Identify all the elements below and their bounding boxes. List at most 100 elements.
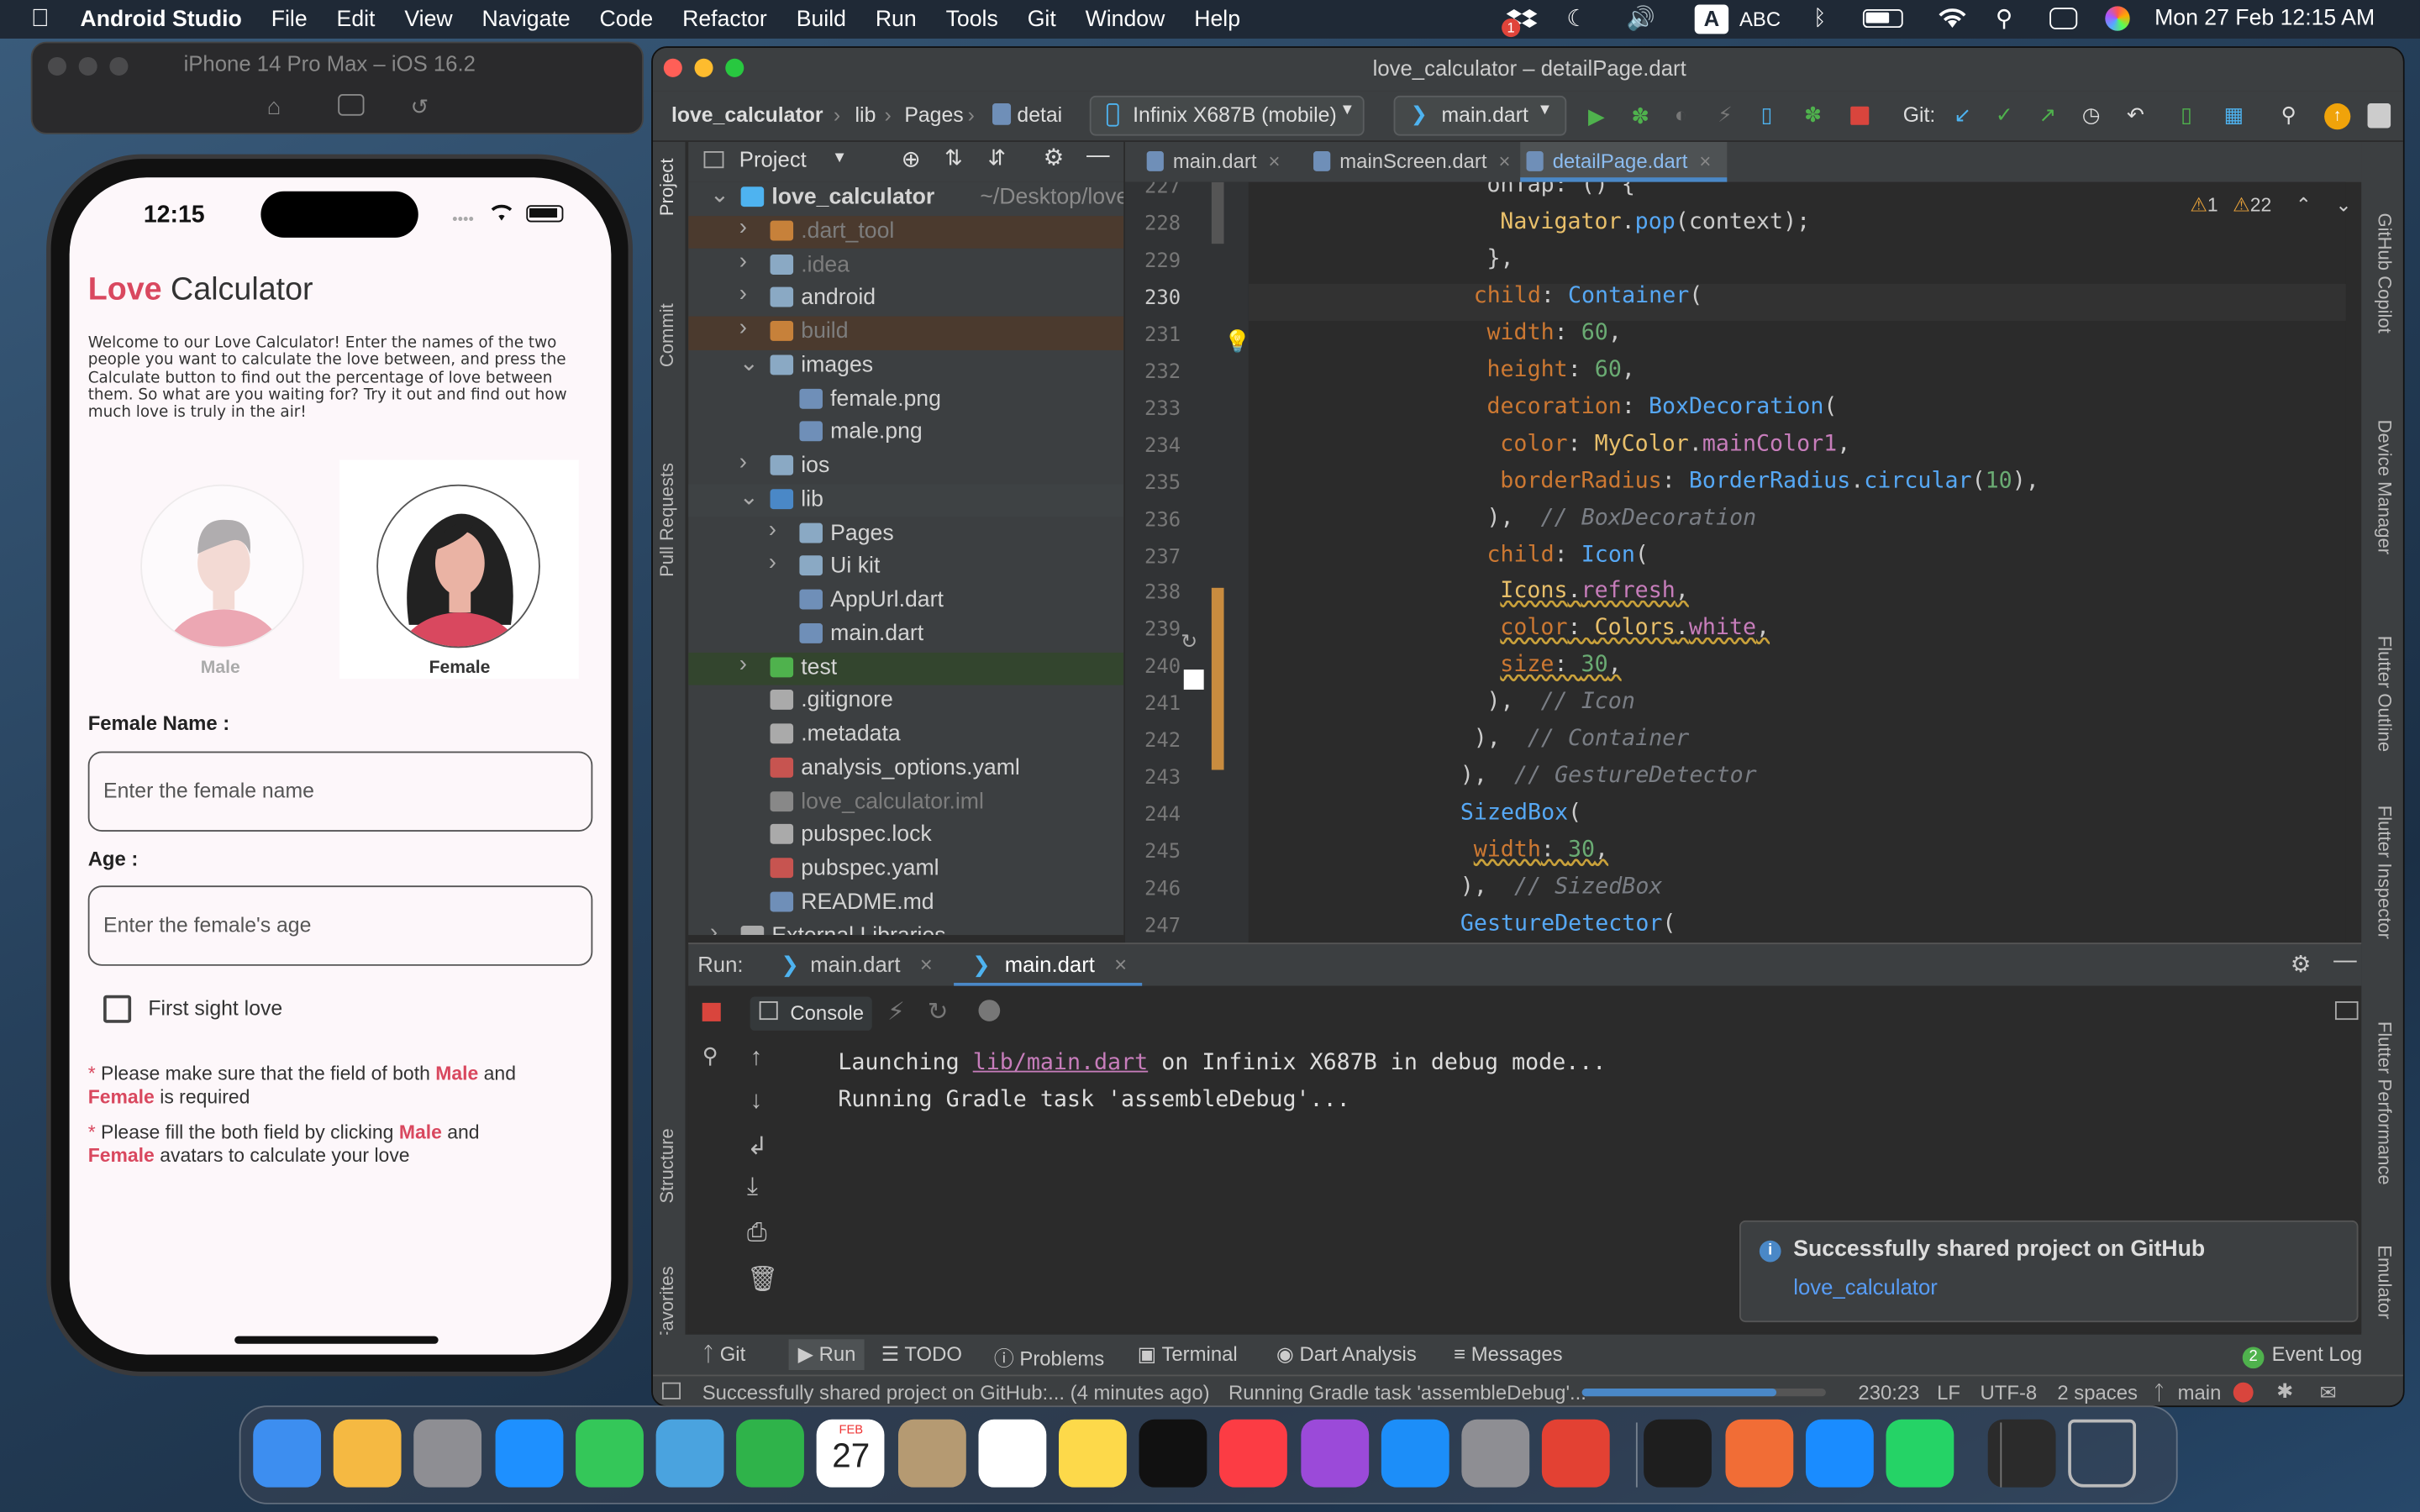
locate-icon[interactable]: ⊕ <box>902 145 921 172</box>
tree-item[interactable]: ⌄ love_calculator ~/Desktop/love_ca <box>688 182 1123 216</box>
code-line[interactable]: width: 60, <box>1486 321 1621 345</box>
down-arrow-icon[interactable]: ↓ <box>750 1088 763 1116</box>
updates-icon[interactable]: ↑ <box>2324 103 2351 130</box>
code-line[interactable]: SizedBox( <box>1460 801 1581 826</box>
tree-item[interactable]: female.png <box>688 383 1123 417</box>
rollback-icon[interactable]: ↶ <box>2127 103 2144 128</box>
editor-tab[interactable]: mainScreen.dart × <box>1307 142 1510 182</box>
close-icon[interactable]: × <box>1493 150 1510 173</box>
control-center-icon[interactable] <box>2049 8 2078 29</box>
github-notification[interactable]: i Successfully shared project on GitHub … <box>1739 1220 2359 1323</box>
tree-item[interactable]: › Ui kit <box>688 549 1123 585</box>
dock-podcasts-icon[interactable] <box>1300 1419 1369 1488</box>
console-link[interactable]: lib/main.dart <box>973 1051 1148 1075</box>
tree-item[interactable]: main.dart <box>688 618 1123 652</box>
menu-help[interactable]: Help <box>1194 7 1240 31</box>
status-message[interactable]: Successfully shared project on GitHub:..… <box>702 1381 1210 1404</box>
attach-debugger-icon[interactable]: ✽ <box>1804 103 1822 128</box>
spotlight-icon[interactable]: ⚲ <box>1996 5 2012 33</box>
tree-item[interactable]: › Pages <box>688 516 1123 551</box>
male-avatar-card[interactable]: Male <box>100 459 339 679</box>
input-source-icon[interactable]: A <box>1694 4 1729 34</box>
hot-restart-icon[interactable]: ↻ <box>928 997 949 1028</box>
tool-tab-terminal[interactable]: ▣ Terminal <box>1138 1342 1238 1367</box>
close-button[interactable] <box>47 56 66 76</box>
change-marker[interactable] <box>1211 181 1224 244</box>
dock-contacts-icon[interactable] <box>897 1419 966 1488</box>
code-line[interactable]: size: 30, <box>1500 654 1621 678</box>
collapse-all-icon[interactable]: ⇵ <box>988 145 1007 171</box>
hot-reload-icon[interactable]: ⚡ <box>1718 103 1732 128</box>
code-line[interactable]: child: Container( <box>1474 284 1703 308</box>
gear-icon[interactable]: ⚙ <box>2291 950 2312 978</box>
change-marker[interactable] <box>1211 587 1224 770</box>
notification-link[interactable]: love_calculator <box>1793 1274 1938 1299</box>
history-icon[interactable]: ◷ <box>2082 103 2101 128</box>
run-tab-active[interactable]: ❯ main.dart × <box>954 944 1143 988</box>
notifications-icon[interactable]: ✉ <box>2320 1381 2337 1405</box>
project-view-selector[interactable]: Project <box>739 146 807 171</box>
inspection-widget[interactable]: ⚠1 ⚠22 ⌃ ⌄ <box>2190 193 2351 216</box>
code-line[interactable]: Navigator.pop(context); <box>1500 210 1810 234</box>
menu-edit[interactable]: Edit <box>337 7 376 31</box>
tool-tab-todo[interactable]: ☰ TODO <box>881 1342 962 1367</box>
stop-icon[interactable] <box>702 1002 721 1021</box>
devtools-icon[interactable] <box>978 1000 1001 1021</box>
code-line[interactable]: color: MyColor.mainColor1, <box>1500 432 1850 456</box>
dock-system-settings-icon[interactable] <box>1461 1419 1530 1488</box>
debug-icon[interactable]: ✽ <box>1631 103 1649 129</box>
menu-run[interactable]: Run <box>876 7 917 31</box>
wifi-icon[interactable] <box>1935 3 1969 39</box>
code-line[interactable]: onTap: () { <box>1486 182 1634 197</box>
home-indicator[interactable] <box>234 1336 439 1344</box>
chevron-right-icon[interactable]: › <box>739 315 747 341</box>
code-line[interactable]: ), // GestureDetector <box>1460 764 1757 789</box>
dock-maps-icon[interactable] <box>655 1419 724 1488</box>
menu-git[interactable]: Git <box>1028 7 1056 31</box>
bluetooth-icon[interactable]: ᛒ <box>1813 5 1826 29</box>
tree-item[interactable]: › android <box>688 281 1123 317</box>
event-log-tab[interactable]: 2 Event Log <box>2242 1342 2362 1369</box>
female-avatar[interactable] <box>376 484 540 648</box>
hot-reload-icon[interactable]: ⚡ <box>887 997 905 1028</box>
code-line[interactable]: height: 60, <box>1486 358 1634 382</box>
code-line[interactable]: decoration: BoxDecoration( <box>1486 395 1837 419</box>
right-vtab-device-manager[interactable]: Device Manager <box>2374 420 2396 554</box>
stop-icon[interactable] <box>1850 106 1870 125</box>
app-menu[interactable]: Android Studio <box>81 7 242 31</box>
run-tab[interactable]: main.dart <box>810 952 900 976</box>
tree-item[interactable]: › test <box>688 650 1124 685</box>
right-vtab-flutter-outline[interactable]: Flutter Outline <box>2374 636 2396 752</box>
tree-item[interactable]: › .idea <box>688 248 1123 283</box>
dock-whatsapp-icon[interactable] <box>1886 1419 1954 1488</box>
menu-file[interactable]: File <box>271 7 308 31</box>
tree-item[interactable]: .gitignore <box>688 685 1123 719</box>
favorites-vtab[interactable]: Favorites <box>656 1266 678 1342</box>
dock-xcode-icon[interactable] <box>1805 1419 1874 1488</box>
code-line[interactable]: ), // BoxDecoration <box>1486 506 1756 530</box>
soft-wrap-icon[interactable]: ↲ <box>747 1131 768 1162</box>
rotate-icon[interactable]: ↺ <box>411 94 429 120</box>
pin-icon[interactable]: ⚲ <box>702 1043 718 1069</box>
device-selector[interactable]: Infinix X687B (mobile) ▼ <box>1089 95 1365 136</box>
avatar-icon[interactable] <box>2367 103 2391 129</box>
minimize-button[interactable] <box>78 56 97 76</box>
git-commit-icon[interactable]: ✓ <box>1996 103 2013 128</box>
line-separator[interactable]: LF <box>1937 1381 1960 1404</box>
clock[interactable]: Mon 27 Feb 12:15 AM <box>2154 6 2375 30</box>
device-mirror-icon[interactable]: ▯ <box>1761 103 1773 128</box>
code-line[interactable]: color: Colors.white, <box>1500 617 1770 641</box>
tool-tab-problems[interactable]: ⓘ Problems <box>994 1342 1104 1372</box>
tree-item[interactable]: › build <box>688 315 1124 350</box>
caret-position[interactable]: 230:23 <box>1858 1381 1919 1404</box>
gear-icon[interactable]: ⚙ <box>1044 144 1065 171</box>
expand-all-icon[interactable]: ⇅ <box>944 145 963 171</box>
dock-xcode-instruments-icon[interactable] <box>1644 1419 1712 1488</box>
project-vtab[interactable]: Project <box>656 159 678 217</box>
git-push-icon[interactable]: ↗ <box>2039 103 2056 128</box>
chevron-right-icon[interactable]: › <box>739 449 747 475</box>
close-icon[interactable]: × <box>920 952 933 976</box>
breadcrumb-item[interactable]: lib <box>855 103 876 127</box>
search-icon[interactable]: ⚲ <box>2281 103 2296 128</box>
dock-facetime-icon[interactable] <box>736 1419 805 1488</box>
